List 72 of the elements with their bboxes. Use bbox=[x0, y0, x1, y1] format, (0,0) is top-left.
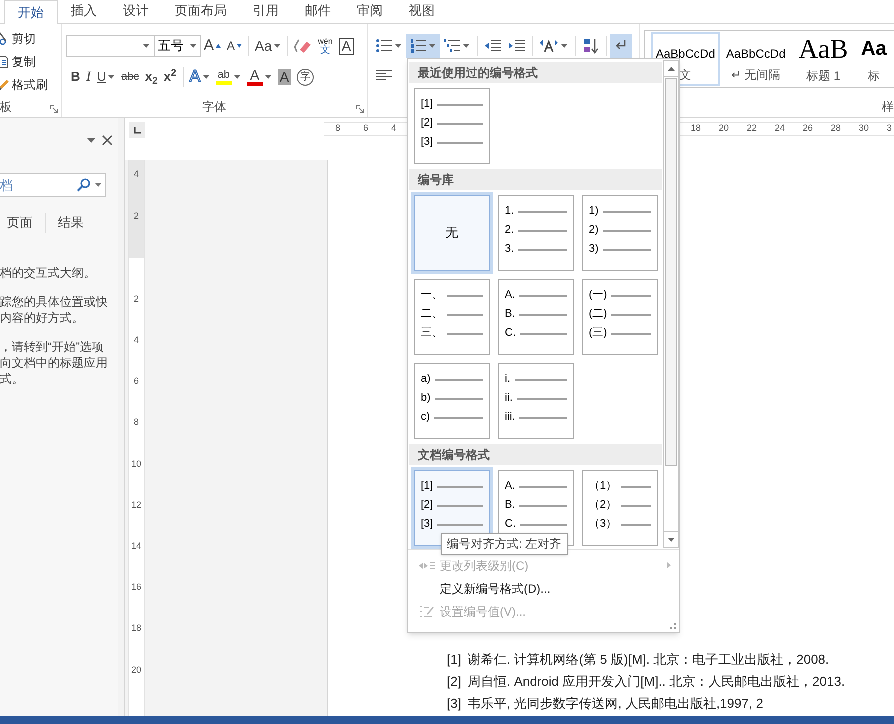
ruler-number: 8 bbox=[334, 123, 342, 135]
number-label: 1. bbox=[505, 204, 514, 220]
number-label: 2) bbox=[589, 223, 599, 238]
ruler-number: 6 bbox=[362, 123, 370, 135]
ruler-number: 18 bbox=[131, 622, 142, 636]
help-text: 踪您的具体位置或快内容的好方式。 bbox=[0, 294, 109, 326]
reference-number: [2] bbox=[447, 673, 462, 692]
help-text: 档的交互式大纲。 bbox=[0, 265, 97, 281]
reference-text: 韦乐平, 光同步数字传送网, 人民邮电出版社,1997, 2 bbox=[468, 695, 764, 714]
group-label: 样 bbox=[882, 100, 894, 114]
ruler-number: 12 bbox=[131, 498, 142, 512]
ruler-number: 18 bbox=[690, 123, 702, 135]
reference-number: [3] bbox=[447, 695, 462, 714]
group-label: 板 bbox=[0, 100, 12, 114]
number-label: 二、 bbox=[421, 307, 443, 322]
number-label: c) bbox=[421, 410, 430, 426]
number-label: [2] bbox=[421, 116, 434, 132]
tooltip: 编号对齐方式: 左对齐 bbox=[441, 533, 568, 555]
number-label: ii. bbox=[505, 391, 513, 406]
reference-text: 周自恒. Android 应用开发入门[M].. 北京：人民邮电出版社，2013. bbox=[468, 673, 846, 692]
ruler-number: 14 bbox=[131, 540, 142, 553]
number-label: [3] bbox=[421, 135, 434, 150]
help-text: ，请转到“开始”选项向文档中的标题应用式。 bbox=[0, 339, 109, 387]
number-label: B. bbox=[505, 498, 516, 514]
number-label: （1） bbox=[589, 479, 618, 494]
number-label: [1] bbox=[421, 97, 434, 112]
ruler-number: 2 bbox=[134, 292, 139, 306]
ruler-number: 20 bbox=[718, 123, 730, 135]
ruler-number: 28 bbox=[830, 123, 842, 135]
number-label: 3) bbox=[589, 242, 599, 258]
ruler-number: 24 bbox=[774, 123, 786, 135]
number-label: 一、 bbox=[421, 288, 443, 304]
section-header: 文档编号格式 bbox=[409, 444, 662, 465]
ruler-number: 4 bbox=[134, 334, 139, 348]
number-label: [2] bbox=[421, 498, 434, 514]
ruler-number: 4 bbox=[390, 123, 398, 135]
number-label: a) bbox=[421, 372, 431, 388]
number-label: [1] bbox=[421, 479, 434, 494]
number-label: (三) bbox=[589, 326, 608, 342]
group-label: 字体 bbox=[202, 100, 226, 114]
number-label: 三、 bbox=[421, 326, 443, 342]
number-label: （2） bbox=[589, 498, 618, 514]
ruler-number: 16 bbox=[131, 581, 142, 594]
reference-text: 谢希仁. 计算机网络(第 5 版)[M]. 北京：电子工业出版社，2008. bbox=[468, 651, 830, 670]
number-label: i. bbox=[505, 372, 510, 388]
number-label: 1) bbox=[589, 204, 599, 220]
section-header: 最近使用过的编号格式 bbox=[409, 62, 662, 83]
number-label: C. bbox=[505, 326, 516, 342]
number-label: (二) bbox=[589, 307, 608, 322]
ruler-number: 3 bbox=[886, 123, 892, 135]
number-label: 3. bbox=[505, 242, 514, 258]
number-label: C. bbox=[505, 517, 516, 532]
number-label: A. bbox=[505, 288, 516, 304]
ruler-number: 8 bbox=[134, 416, 139, 430]
number-label: 2. bbox=[505, 223, 514, 238]
ruler-number: 30 bbox=[858, 123, 870, 135]
ruler-number: 6 bbox=[134, 375, 139, 388]
number-label: b) bbox=[421, 391, 431, 406]
reference-number: [1] bbox=[447, 651, 462, 670]
number-label: (一) bbox=[589, 288, 608, 304]
number-label: （3） bbox=[589, 517, 618, 532]
number-label: [3] bbox=[421, 517, 434, 532]
ruler-number: 10 bbox=[131, 458, 142, 471]
section-header: 编号库 bbox=[409, 169, 662, 190]
ruler-number: 2 bbox=[134, 211, 139, 221]
ruler-number: 22 bbox=[746, 123, 758, 135]
ruler-number: 20 bbox=[131, 664, 142, 677]
number-label: B. bbox=[505, 307, 516, 322]
number-label: iii. bbox=[505, 410, 516, 426]
ruler-number: 26 bbox=[802, 123, 814, 135]
number-label: A. bbox=[505, 479, 516, 494]
ruler-number: 4 bbox=[134, 169, 139, 179]
